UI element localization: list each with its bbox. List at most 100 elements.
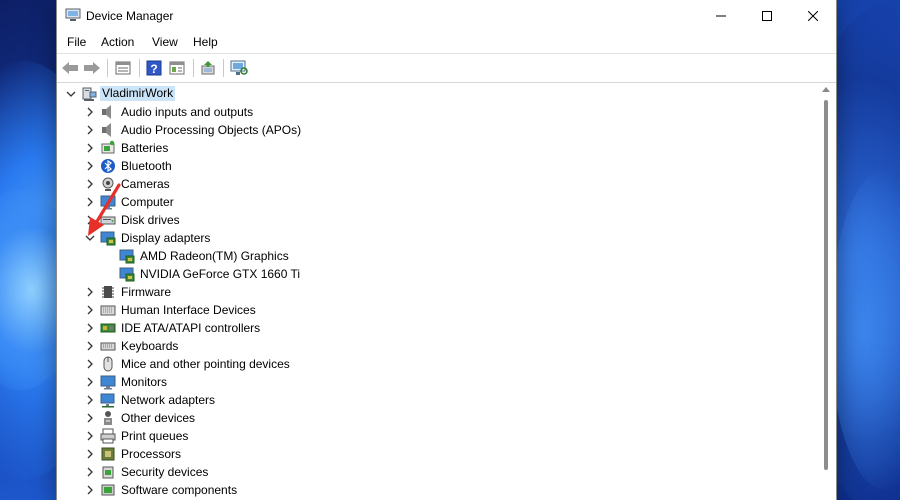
tree-item-monitors[interactable]: Monitors: [59, 373, 799, 391]
scroll-thumb[interactable]: [824, 100, 828, 470]
close-button[interactable]: [790, 0, 836, 31]
help-icon: ?: [146, 60, 162, 76]
tree-item-display-adapters[interactable]: Display adapters: [59, 229, 799, 247]
vertical-scrollbar[interactable]: [819, 83, 834, 500]
tree-item-disk-drives[interactable]: Disk drives: [59, 211, 799, 229]
print-icon: [100, 428, 116, 444]
tree-item-firmware[interactable]: Firmware: [59, 283, 799, 301]
menu-view[interactable]: View: [152, 35, 178, 49]
tree-item-print-queues[interactable]: Print queues: [59, 427, 799, 445]
forward-button[interactable]: [82, 58, 102, 78]
expand-chevron-icon[interactable]: [83, 339, 97, 353]
show-hidden-button[interactable]: [167, 58, 187, 78]
expand-chevron-icon[interactable]: [83, 213, 97, 227]
tree-item-ide-ata-atapi-controllers[interactable]: IDE ATA/ATAPI controllers: [59, 319, 799, 337]
tree-item-cameras[interactable]: Cameras: [59, 175, 799, 193]
tree-item-mice-and-pointing-devices[interactable]: Mice and other pointing devices: [59, 355, 799, 373]
tree-item-label: Other devices: [121, 411, 196, 425]
tree-item-label: Security devices: [121, 465, 209, 479]
expand-chevron-icon[interactable]: [83, 411, 97, 425]
menu-file[interactable]: File: [67, 35, 86, 49]
tree-item-label: Processors: [121, 447, 182, 461]
tree-item-keyboards[interactable]: Keyboards: [59, 337, 799, 355]
expand-chevron-icon[interactable]: [83, 303, 97, 317]
expand-chevron-icon[interactable]: [83, 429, 97, 443]
collapse-chevron-icon[interactable]: [83, 231, 97, 245]
toolbar: ?: [57, 53, 836, 83]
expand-chevron-icon[interactable]: [83, 159, 97, 173]
tree-item-label: Firmware: [121, 285, 171, 299]
tree-item-display-adapter-2[interactable]: NVIDIA GeForce GTX 1660 Ti: [59, 265, 799, 283]
network-icon: [100, 393, 115, 408]
back-button[interactable]: [60, 58, 80, 78]
hid-icon: [100, 305, 116, 316]
audio-icon: [102, 123, 111, 137]
tree-item-label: Batteries: [121, 141, 169, 155]
device-tree[interactable]: VladimirWork Audio inputs and outputs Aud…: [59, 83, 818, 500]
tree-item-network-adapters[interactable]: Network adapters: [59, 391, 799, 409]
expand-chevron-icon[interactable]: [83, 483, 97, 497]
expand-chevron-icon[interactable]: [83, 465, 97, 479]
update-driver-button[interactable]: [198, 58, 218, 78]
scan-hardware-icon: [230, 60, 248, 75]
camera-icon: [102, 177, 114, 191]
expand-chevron-icon[interactable]: [83, 285, 97, 299]
scroll-up-icon[interactable]: [822, 87, 830, 92]
expand-chevron-icon[interactable]: [83, 321, 97, 335]
forward-icon: [84, 62, 100, 74]
keyboard-icon: [100, 342, 116, 351]
cpu-icon: [101, 447, 115, 461]
collapse-chevron-icon[interactable]: [64, 87, 78, 101]
back-icon: [62, 62, 78, 74]
tree-root-row[interactable]: VladimirWork: [59, 85, 799, 103]
tree-item-computer[interactable]: Computer: [59, 193, 799, 211]
expand-chevron-icon[interactable]: [83, 105, 97, 119]
tree-item-label: AMD Radeon(TM) Graphics: [140, 249, 289, 263]
expand-chevron-icon[interactable]: [83, 357, 97, 371]
expand-chevron-icon[interactable]: [83, 393, 97, 407]
software-icon: [101, 484, 115, 496]
menu-bar: File Action View Help: [57, 32, 836, 52]
expand-chevron-icon[interactable]: [83, 177, 97, 191]
expand-chevron-icon[interactable]: [83, 123, 97, 137]
scan-hardware-button[interactable]: [229, 58, 249, 78]
tree-item-audio-inputs[interactable]: Audio inputs and outputs: [59, 103, 799, 121]
tree-item-label: Network adapters: [121, 393, 216, 407]
battery-icon: [101, 140, 115, 154]
tree-item-label: IDE ATA/ATAPI controllers: [121, 321, 261, 335]
tree-item-label: Bluetooth: [121, 159, 172, 173]
tree-item-other-devices[interactable]: Other devices: [59, 409, 799, 427]
expand-chevron-icon[interactable]: [83, 375, 97, 389]
tree-item-batteries[interactable]: Batteries: [59, 139, 799, 157]
tree-item-audio-processing-objects[interactable]: Audio Processing Objects (APOs): [59, 121, 799, 139]
help-button[interactable]: ?: [144, 58, 164, 78]
tree-item-label: Print queues: [121, 429, 189, 443]
update-driver-icon: [201, 61, 215, 75]
display-icon: [100, 231, 116, 246]
chip-icon: [102, 286, 114, 298]
expand-chevron-icon[interactable]: [83, 447, 97, 461]
minimize-button[interactable]: [698, 0, 744, 31]
tree-item-label: Audio inputs and outputs: [121, 105, 254, 119]
computer-root-icon: [82, 87, 97, 101]
minimize-icon: [716, 15, 726, 16]
expand-chevron-icon[interactable]: [83, 195, 97, 209]
title-bar[interactable]: Device Manager: [57, 0, 836, 31]
tree-item-bluetooth[interactable]: Bluetooth: [59, 157, 799, 175]
menu-action[interactable]: Action: [101, 35, 134, 49]
properties-view-button[interactable]: [113, 58, 133, 78]
expand-chevron-icon[interactable]: [83, 141, 97, 155]
other-icon: [104, 411, 112, 425]
tree-item-label: Monitors: [121, 375, 168, 389]
tree-item-display-adapter-1[interactable]: AMD Radeon(TM) Graphics: [59, 247, 799, 265]
tree-root-label: VladimirWork: [100, 86, 176, 101]
menu-help[interactable]: Help: [193, 35, 218, 49]
tree-item-label: Mice and other pointing devices: [121, 357, 290, 371]
tree-item-software-components[interactable]: Software components: [59, 481, 799, 499]
tree-item-human-interface-devices[interactable]: Human Interface Devices: [59, 301, 799, 319]
maximize-button[interactable]: [744, 0, 790, 31]
tree-item-processors[interactable]: Processors: [59, 445, 799, 463]
ide-icon: [100, 323, 116, 333]
tree-item-label: Cameras: [121, 177, 170, 191]
tree-item-security-devices[interactable]: Security devices: [59, 463, 799, 481]
